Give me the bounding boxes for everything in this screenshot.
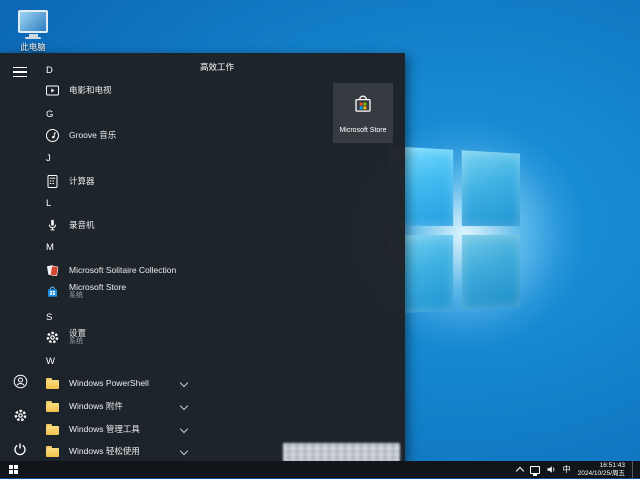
gear-icon xyxy=(13,408,28,428)
voice-recorder-icon xyxy=(45,218,60,233)
settings-gear-icon xyxy=(45,330,60,345)
chevron-down-icon xyxy=(179,446,189,456)
power-icon xyxy=(13,442,27,461)
app-item-voice-recorder[interactable]: 录音机 xyxy=(40,214,200,236)
blurred-watermark xyxy=(283,443,400,462)
folder-label: Windows 附件 xyxy=(69,401,123,411)
start-menu-rail xyxy=(0,53,40,462)
app-item-groove-music[interactable]: Groove 音乐 xyxy=(40,124,200,146)
calculator-icon xyxy=(45,174,60,189)
this-pc-icon xyxy=(6,10,60,39)
folder-label: Windows 管理工具 xyxy=(69,424,140,434)
network-icon[interactable] xyxy=(529,465,540,476)
app-item-settings[interactable]: 设置 系统 xyxy=(40,324,200,350)
logo-pane xyxy=(461,150,521,226)
chevron-down-icon xyxy=(179,424,189,434)
folder-icon xyxy=(45,376,60,391)
section-letter-d[interactable]: D xyxy=(40,59,200,81)
app-item-calculator[interactable]: 计算器 xyxy=(40,170,200,192)
ime-indicator[interactable]: 中 xyxy=(563,464,571,475)
app-label: 录音机 xyxy=(69,220,95,230)
microsoft-store-tile-icon xyxy=(351,92,375,121)
clock-time: 16:51:43 xyxy=(599,462,625,469)
folder-item-windows-accessories[interactable]: Windows 附件 xyxy=(40,395,200,417)
app-sublabel: 系统 xyxy=(69,338,83,345)
hamburger-icon xyxy=(13,66,27,78)
folder-item-windows-powershell[interactable]: Windows PowerShell xyxy=(40,372,200,394)
solitaire-icon xyxy=(45,263,60,278)
windows-logo-icon xyxy=(8,465,18,474)
app-label: 设置 xyxy=(69,328,87,338)
user-icon xyxy=(13,374,28,394)
microsoft-store-icon xyxy=(45,284,60,299)
folder-label: Windows 轻松使用 xyxy=(69,446,140,456)
start-button[interactable] xyxy=(0,461,26,478)
system-tray: 中 16:51:43 2024/10/25/周五 xyxy=(515,461,640,479)
settings-button[interactable] xyxy=(0,405,40,431)
desktop-icon-this-pc[interactable]: 此电脑 xyxy=(6,10,60,53)
app-item-movies-tv[interactable]: 电影和电视 xyxy=(40,79,200,101)
start-menu: D 电影和电视 G Groove 音乐 J 计算器 L 录音机 M Micros… xyxy=(0,53,405,462)
volume-icon[interactable] xyxy=(547,461,556,479)
expand-menu-button[interactable] xyxy=(0,59,40,85)
tile-label: Microsoft Store xyxy=(339,127,387,134)
folder-icon xyxy=(45,399,60,414)
windows-hero-logo xyxy=(387,146,521,314)
folder-label: Windows PowerShell xyxy=(69,378,149,388)
user-account-button[interactable] xyxy=(0,371,40,397)
app-label: 电影和电视 xyxy=(69,85,112,95)
groove-music-icon xyxy=(45,128,60,143)
app-label: Microsoft Store xyxy=(69,282,127,292)
tile-microsoft-store[interactable]: Microsoft Store xyxy=(333,83,393,143)
section-letter-g[interactable]: G xyxy=(40,103,200,125)
show-desktop-button[interactable] xyxy=(632,461,637,478)
movies-tv-icon xyxy=(45,83,60,98)
section-letter-w[interactable]: W xyxy=(40,350,200,372)
chevron-down-icon xyxy=(179,401,189,411)
clock-date: 2024/10/25/周五 xyxy=(577,469,625,477)
section-letter-m[interactable]: M xyxy=(40,236,200,258)
chevron-down-icon xyxy=(179,378,189,388)
app-item-microsoft-store[interactable]: Microsoft Store 系统 xyxy=(40,278,200,304)
app-label: Microsoft Solitaire Collection xyxy=(69,265,177,275)
app-sublabel: 系统 xyxy=(69,292,83,299)
app-label: 计算器 xyxy=(69,176,95,186)
folder-icon xyxy=(45,422,60,437)
app-label: Groove 音乐 xyxy=(69,130,117,140)
section-letter-l[interactable]: L xyxy=(40,192,200,214)
folder-item-windows-admin-tools[interactable]: Windows 管理工具 xyxy=(40,418,200,440)
section-letter-j[interactable]: J xyxy=(40,147,200,169)
taskbar: 中 16:51:43 2024/10/25/周五 xyxy=(0,461,640,478)
this-pc-label: 此电脑 xyxy=(20,42,46,52)
taskbar-clock[interactable]: 16:51:43 2024/10/25/周五 xyxy=(578,462,625,477)
folder-item-windows-ease-of-access[interactable]: Windows 轻松使用 xyxy=(40,440,200,462)
folder-icon xyxy=(45,444,60,459)
tile-group-title[interactable]: 高效工作 xyxy=(200,61,234,73)
logo-pane xyxy=(461,234,521,310)
tray-overflow-chevron-icon[interactable] xyxy=(515,466,524,475)
